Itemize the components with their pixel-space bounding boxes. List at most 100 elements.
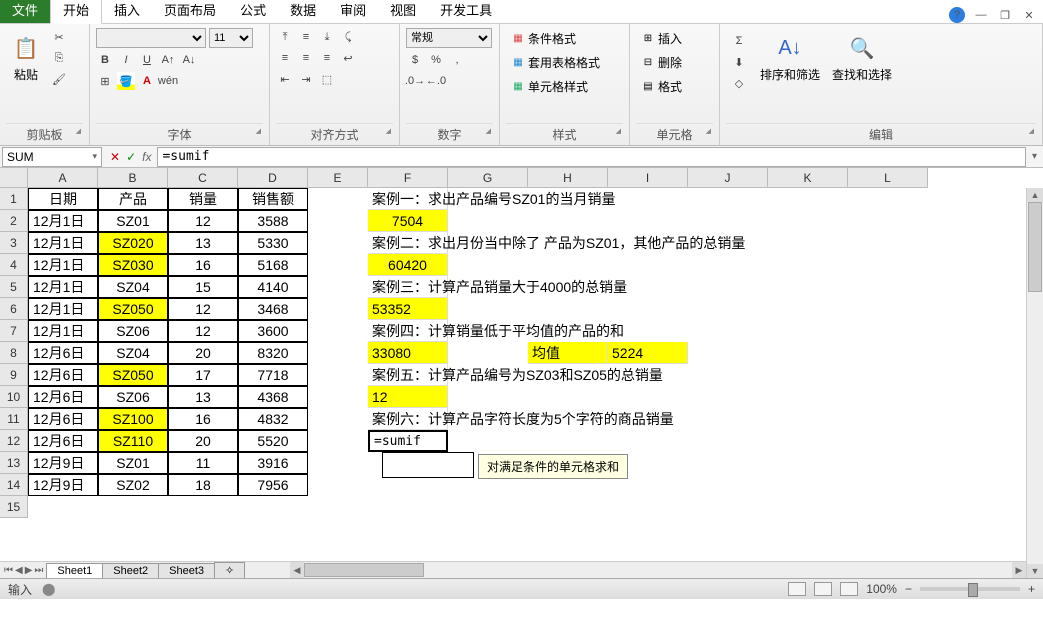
cell[interactable]: 16	[168, 254, 238, 276]
cell[interactable]: 5330	[238, 232, 308, 254]
cell[interactable]: 均值	[528, 342, 608, 364]
bold-button[interactable]: B	[96, 51, 114, 69]
tab-layout[interactable]: 页面布局	[152, 0, 228, 23]
tab-formula[interactable]: 公式	[228, 0, 278, 23]
font-size-select[interactable]: 11	[209, 28, 253, 48]
cell[interactable]: SZ06	[98, 386, 168, 408]
align-middle-icon[interactable]: ≡	[297, 28, 315, 46]
cell[interactable]: 12月9日	[28, 474, 98, 496]
cell[interactable]: 12月1日	[28, 232, 98, 254]
cell[interactable]: SZ02	[98, 474, 168, 496]
row-header[interactable]: 10	[0, 386, 28, 408]
format-table-button[interactable]: ▦套用表格格式	[506, 52, 604, 73]
cell[interactable]: 12月6日	[28, 342, 98, 364]
tab-view[interactable]: 视图	[378, 0, 428, 23]
align-center-icon[interactable]: ≡	[297, 49, 315, 67]
cell[interactable]: 3916	[238, 452, 308, 474]
col-header[interactable]: G	[448, 168, 528, 188]
cell[interactable]: 17	[168, 364, 238, 386]
decrease-indent-icon[interactable]: ⇤	[276, 70, 294, 88]
cell[interactable]: 7504	[368, 210, 448, 232]
merge-icon[interactable]: ⬚	[318, 70, 336, 88]
format-painter-icon[interactable]: 🖌	[50, 70, 68, 88]
col-header[interactable]: B	[98, 168, 168, 188]
cell[interactable]: 12月1日	[28, 210, 98, 232]
view-normal-icon[interactable]	[788, 582, 806, 596]
wrap-text-icon[interactable]: ↩	[339, 49, 357, 67]
orientation-icon[interactable]: ⤹	[339, 28, 357, 46]
sheet-tab[interactable]: Sheet3	[158, 563, 215, 578]
row-header[interactable]: 15	[0, 496, 28, 518]
cell[interactable]: 案例三：计算产品销量大于4000的总销量	[368, 276, 448, 298]
cell[interactable]: 18	[168, 474, 238, 496]
decrease-decimal-icon[interactable]: ←.0	[427, 72, 445, 90]
col-header[interactable]: E	[308, 168, 368, 188]
increase-decimal-icon[interactable]: .0→	[406, 72, 424, 90]
row-header[interactable]: 2	[0, 210, 28, 232]
view-layout-icon[interactable]	[814, 582, 832, 596]
row-header[interactable]: 8	[0, 342, 28, 364]
row-header[interactable]: 5	[0, 276, 28, 298]
col-header[interactable]: C	[168, 168, 238, 188]
cell[interactable]: 产品	[98, 188, 168, 210]
cell[interactable]: 12月1日	[28, 298, 98, 320]
macro-record-icon[interactable]: ⬤	[42, 582, 55, 596]
cancel-formula-icon[interactable]: ✕	[110, 150, 120, 164]
zoom-slider[interactable]	[920, 587, 1020, 591]
cell[interactable]: 12月6日	[28, 364, 98, 386]
vscroll-thumb[interactable]	[1028, 202, 1042, 292]
align-bottom-icon[interactable]: ⤓	[318, 28, 336, 46]
row-header[interactable]: 1	[0, 188, 28, 210]
fill-color-icon[interactable]: 🪣	[117, 72, 135, 90]
cell[interactable]: 销量	[168, 188, 238, 210]
tab-dev[interactable]: 开发工具	[428, 0, 504, 23]
cell[interactable]: SZ050	[98, 298, 168, 320]
cell[interactable]: 销售额	[238, 188, 308, 210]
number-format-select[interactable]: 常规	[406, 28, 492, 48]
col-header[interactable]: H	[528, 168, 608, 188]
sheet-nav-last-icon[interactable]: ⏭	[34, 565, 43, 576]
cell[interactable]: SZ04	[98, 276, 168, 298]
format-cells-button[interactable]: ▤格式	[636, 76, 686, 97]
tab-data[interactable]: 数据	[278, 0, 328, 23]
col-header[interactable]: A	[28, 168, 98, 188]
cell[interactable]: 12月1日	[28, 254, 98, 276]
font-family-select[interactable]	[96, 28, 206, 48]
align-top-icon[interactable]: ⤒	[276, 28, 294, 46]
expand-formula-icon[interactable]: ▾	[1026, 151, 1043, 162]
cell[interactable]: 案例四：计算销量低于平均值的产品的和	[368, 320, 448, 342]
sheet-nav-next-icon[interactable]: ▶	[25, 565, 33, 576]
scroll-down-icon[interactable]: ▼	[1027, 564, 1043, 578]
hscroll-thumb[interactable]	[304, 563, 424, 577]
row-header[interactable]: 4	[0, 254, 28, 276]
cell[interactable]: SZ04	[98, 342, 168, 364]
cell[interactable]: SZ020	[98, 232, 168, 254]
cell[interactable]: 13	[168, 386, 238, 408]
clear-icon[interactable]: ◇	[730, 74, 748, 92]
col-header[interactable]: J	[688, 168, 768, 188]
underline-button[interactable]: U	[138, 51, 156, 69]
scroll-left-icon[interactable]: ◀	[290, 562, 304, 578]
col-header[interactable]: K	[768, 168, 848, 188]
align-right-icon[interactable]: ≡	[318, 49, 336, 67]
tab-home[interactable]: 开始	[50, 0, 102, 24]
tab-review[interactable]: 审阅	[328, 0, 378, 23]
cell[interactable]: 3600	[238, 320, 308, 342]
autosum-icon[interactable]: Σ	[730, 32, 748, 50]
sheet-nav-first-icon[interactable]: ⏮	[4, 565, 13, 576]
cell[interactable]: 12	[368, 386, 448, 408]
cell[interactable]: SZ030	[98, 254, 168, 276]
cell[interactable]: 53352	[368, 298, 448, 320]
scroll-right-icon[interactable]: ▶	[1012, 562, 1026, 578]
scroll-up-icon[interactable]: ▲	[1027, 188, 1043, 202]
cell[interactable]: 案例二：求出月份当中除了 产品为SZ01，其他产品的总销量	[368, 232, 448, 254]
cell[interactable]: SZ100	[98, 408, 168, 430]
col-header[interactable]: D	[238, 168, 308, 188]
decrease-font-icon[interactable]: A↓	[180, 51, 198, 69]
cell[interactable]: 4368	[238, 386, 308, 408]
cell[interactable]: 4140	[238, 276, 308, 298]
accept-formula-icon[interactable]: ✓	[126, 150, 136, 164]
italic-button[interactable]: I	[117, 51, 135, 69]
formula-input[interactable]	[157, 147, 1026, 167]
currency-icon[interactable]: $	[406, 51, 424, 69]
